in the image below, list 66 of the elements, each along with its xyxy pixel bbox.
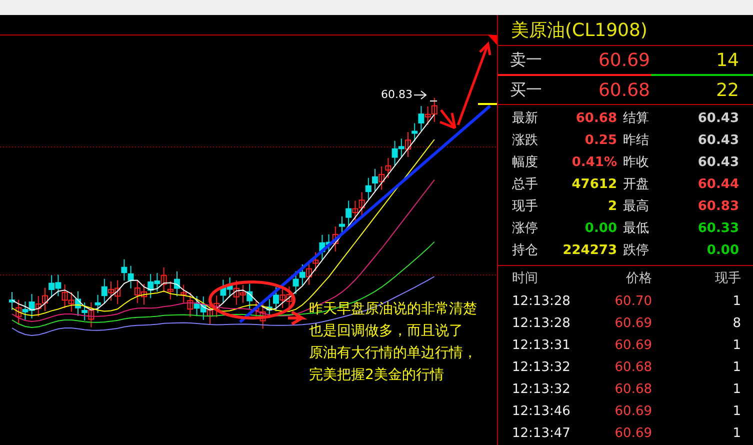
price-cell-text: 60.69	[614, 426, 652, 440]
book-label: 买一	[510, 80, 543, 100]
annotation-text: 原油有大行情的单边行情，	[309, 344, 477, 363]
annotation-text: 也是回调做多，而且说了	[309, 322, 463, 341]
annotation-text: 完美把握2美金的行情	[309, 366, 444, 385]
time-cell-text: 12:13:32	[512, 360, 572, 374]
stat-label: 持仓	[512, 242, 539, 259]
column-header: 时间	[512, 270, 539, 287]
stat-label: 跌停	[622, 242, 650, 259]
stat-value: 0.00	[706, 242, 739, 258]
price-cell-text: 60.68	[614, 382, 652, 396]
volume-cell-text: 1	[732, 404, 741, 418]
stat-value: 60.83	[696, 198, 739, 214]
stat-label: 涨跌	[512, 132, 539, 149]
volume-cell-text: 1	[732, 294, 741, 308]
volume-cell-text: 8	[732, 316, 741, 330]
stat-value: 60.33	[696, 220, 739, 236]
stat-label: 开盘	[622, 176, 650, 193]
stat-value: 0.00	[584, 220, 617, 236]
volume-cell-text: 1	[732, 338, 741, 352]
stat-value: 60.44	[696, 176, 739, 192]
stat-label: 昨结	[622, 132, 650, 149]
stat-value: 60.43	[696, 132, 739, 148]
stat-label: 结算	[622, 110, 650, 127]
marker-icon	[488, 35, 497, 45]
stat-value: 224273	[562, 242, 617, 258]
instrument-title: 美原油(CL1908)	[498, 15, 753, 46]
stat-label: 幅度	[512, 154, 539, 171]
book-volume: 22	[715, 80, 739, 100]
stat-value: 60.43	[696, 110, 739, 126]
volume-cell-text: 1	[732, 360, 741, 374]
stat-value: 60.43	[696, 154, 739, 170]
book-label: 卖一	[510, 50, 543, 70]
time-cell-text: 12:13:28	[512, 294, 572, 308]
stat-label: 涨停	[512, 220, 539, 237]
time-cell-text: 12:13:31	[512, 338, 572, 352]
column-header: 现手	[714, 270, 741, 287]
time-cell-text: 12:13:28	[512, 316, 572, 330]
stat-label: 最高	[622, 198, 650, 215]
time-cell-text: 12:13:32	[512, 382, 572, 396]
book-price: 60.68	[597, 80, 650, 100]
stat-value: 2	[606, 198, 617, 214]
stat-label: 昨收	[622, 154, 650, 171]
price-cell-text: 60.69	[614, 338, 652, 352]
stat-value: 47612	[570, 176, 617, 192]
book-volume: 14	[715, 50, 739, 70]
price-cell-text: 60.69	[614, 404, 652, 418]
volume-cell-text: 1	[732, 382, 741, 396]
column-header: 价格	[625, 270, 652, 287]
stat-value: 0.25	[584, 132, 617, 148]
volume-cell-text: 1	[732, 426, 741, 440]
price-cell-text: 60.68	[614, 360, 652, 374]
stat-label: 最低	[622, 220, 650, 237]
price-label: 60.83	[381, 88, 412, 101]
book-price: 60.69	[597, 50, 650, 70]
stat-label: 最新	[512, 110, 539, 127]
arrow-icon	[286, 310, 308, 326]
stat-label: 总手	[512, 176, 539, 193]
stat-value: 60.68	[574, 110, 617, 126]
stat-label: 现手	[512, 198, 539, 215]
price-cell-text: 60.69	[614, 316, 652, 330]
arrow-icon	[414, 90, 427, 100]
stat-value: 0.41%	[570, 154, 617, 170]
time-cell-text: 12:13:46	[512, 404, 572, 418]
time-cell-text: 12:13:47	[512, 426, 572, 440]
price-cell-text: 60.70	[614, 294, 652, 308]
